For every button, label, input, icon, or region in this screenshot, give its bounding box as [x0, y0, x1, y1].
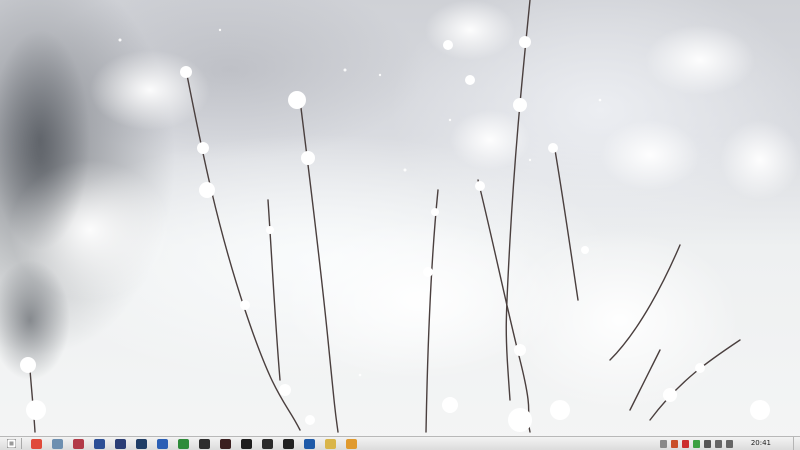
folder-icon[interactable]	[325, 438, 336, 449]
taskbar: 20:41	[0, 436, 800, 450]
desktop[interactable]: 20:41	[0, 0, 800, 450]
media-icon[interactable]	[346, 438, 357, 449]
monitor-icon[interactable]	[703, 439, 711, 448]
wallpaper	[0, 0, 800, 433]
start-icon	[6, 439, 16, 448]
steam-icon[interactable]	[283, 438, 294, 449]
app-blue2-icon[interactable]	[304, 438, 315, 449]
arrow-icon[interactable]	[659, 439, 667, 448]
explorer-icon[interactable]	[52, 438, 63, 449]
volume-icon[interactable]	[725, 439, 733, 448]
show-desktop-button[interactable]	[793, 437, 800, 450]
clock[interactable]: 20:41	[751, 437, 771, 450]
pinned-apps	[31, 438, 362, 449]
app-cube-icon[interactable]	[199, 438, 210, 449]
battery-icon[interactable]	[692, 439, 700, 448]
chrome-icon[interactable]	[31, 438, 42, 449]
system-tray: 20:41	[658, 437, 800, 450]
photoshop-icon[interactable]	[136, 438, 147, 449]
tray-icons	[658, 439, 735, 448]
app-black-icon[interactable]	[241, 438, 252, 449]
app-blue-icon[interactable]	[94, 438, 105, 449]
app-dark-red-icon[interactable]	[220, 438, 231, 449]
app-red-blue-icon[interactable]	[73, 438, 84, 449]
start-button[interactable]	[4, 438, 18, 450]
flag-icon[interactable]	[681, 439, 689, 448]
app-navy-icon[interactable]	[115, 438, 126, 449]
network-icon[interactable]	[714, 439, 722, 448]
app-green-icon[interactable]	[178, 438, 189, 449]
app-x-icon[interactable]	[262, 438, 273, 449]
pen-icon[interactable]	[670, 439, 678, 448]
taskbar-separator	[21, 438, 22, 449]
word-icon[interactable]	[157, 438, 168, 449]
